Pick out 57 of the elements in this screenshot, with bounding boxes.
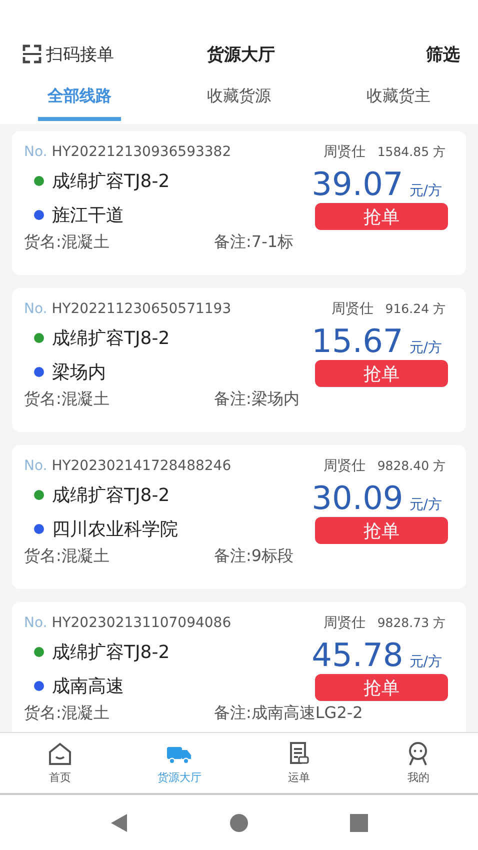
cargo-name: 货名:混凝土: [24, 232, 110, 253]
price-value: 39.07: [312, 165, 404, 203]
order-card[interactable]: No. HY202211230650571193 周贤仕 916.24 方 成绵扩容TJ8-2 梁场内 15.67 元/方 抢单 货名:混凝土 备注:梁场内: [12, 288, 466, 432]
location-name: 成绵扩容TJ8-2: [52, 327, 170, 350]
order-number: No. HY202211230650571193: [24, 301, 232, 317]
price-unit: 元/方: [409, 653, 442, 671]
volume-text: 1584.85 方: [377, 144, 446, 161]
price-value: 15.67: [312, 322, 404, 360]
order-number: No. HY202212130936593382: [24, 144, 232, 160]
nav-item[interactable]: 首页: [0, 733, 120, 793]
grab-order-button[interactable]: 抢单: [315, 674, 448, 701]
order-card[interactable]: No. HY202302131107094086 周贤仕 9828.73 方 成绵扩容TJ8-2 成南高速 45.78 元/方 抢单 货名:混凝土 备注:成南高速LG2-2: [12, 602, 466, 732]
location-name: 成南高速: [52, 675, 124, 698]
home-button-icon[interactable]: [229, 812, 249, 832]
remark-text: 备注:9标段: [214, 546, 294, 567]
nav-item[interactable]: 我的: [358, 733, 478, 793]
scan-button[interactable]: 扫码接单: [22, 42, 142, 66]
cargo-name: 货名:混凝土: [24, 389, 110, 410]
filter-button[interactable]: 筛选: [340, 42, 460, 66]
scan-icon: [22, 44, 42, 64]
grab-order-button[interactable]: 抢单: [315, 360, 448, 387]
price-value: 30.09: [312, 479, 404, 517]
volume-text: 9828.73 方: [377, 615, 446, 632]
location-name: 梁场内: [52, 361, 106, 384]
shipper-name: 周贤仕: [323, 457, 366, 475]
cargo-name: 货名:混凝土: [24, 546, 110, 567]
shipper-name: 周贤仕: [331, 300, 374, 318]
grab-order-button[interactable]: 抢单: [315, 203, 448, 230]
shipper-name: 周贤仕: [323, 614, 366, 632]
price-unit: 元/方: [409, 339, 442, 357]
order-number: No. HY202302131107094086: [24, 615, 232, 631]
location-name: 成绵扩容TJ8-2: [52, 484, 170, 507]
location-name: 旌江干道: [52, 204, 124, 227]
tab[interactable]: 收藏货源: [197, 80, 281, 121]
location-name: 成绵扩容TJ8-2: [52, 170, 170, 193]
price-unit: 元/方: [409, 496, 442, 514]
remark-text: 备注:7-1标: [214, 232, 294, 253]
volume-text: 916.24 方: [385, 301, 446, 318]
order-card[interactable]: No. HY202302141728488246 周贤仕 9828.40 方 成绵扩容TJ8-2 四川农业科学院 30.09 元/方 抢单 货名:混凝土 备注:9标段: [12, 445, 466, 589]
price-value: 45.78: [312, 636, 404, 674]
price-unit: 元/方: [409, 182, 442, 200]
shipper-name: 周贤仕: [323, 143, 366, 161]
page-title: 货源大厅: [207, 44, 275, 66]
remark-text: 备注:成南高速LG2-2: [214, 703, 363, 724]
home-icon: [46, 741, 73, 767]
grab-order-button[interactable]: 抢单: [315, 517, 448, 544]
cargo-name: 货名:混凝土: [24, 703, 110, 724]
location-name: 四川农业科学院: [52, 518, 178, 541]
remark-text: 备注:梁场内: [214, 389, 300, 410]
tab[interactable]: 收藏货主: [356, 80, 440, 121]
nav-item[interactable]: 运单: [239, 733, 358, 793]
order-number: No. HY202302141728488246: [24, 458, 232, 474]
recents-icon[interactable]: [349, 812, 369, 832]
location-name: 成绵扩容TJ8-2: [52, 641, 170, 664]
back-icon[interactable]: [109, 812, 129, 832]
volume-text: 9828.40 方: [377, 458, 446, 475]
order-card[interactable]: No. HY202212130936593382 周贤仕 1584.85 方 成绵扩容TJ8-2 旌江干道 39.07 元/方 抢单 货名:混凝土 备注:7-1标: [12, 131, 466, 275]
